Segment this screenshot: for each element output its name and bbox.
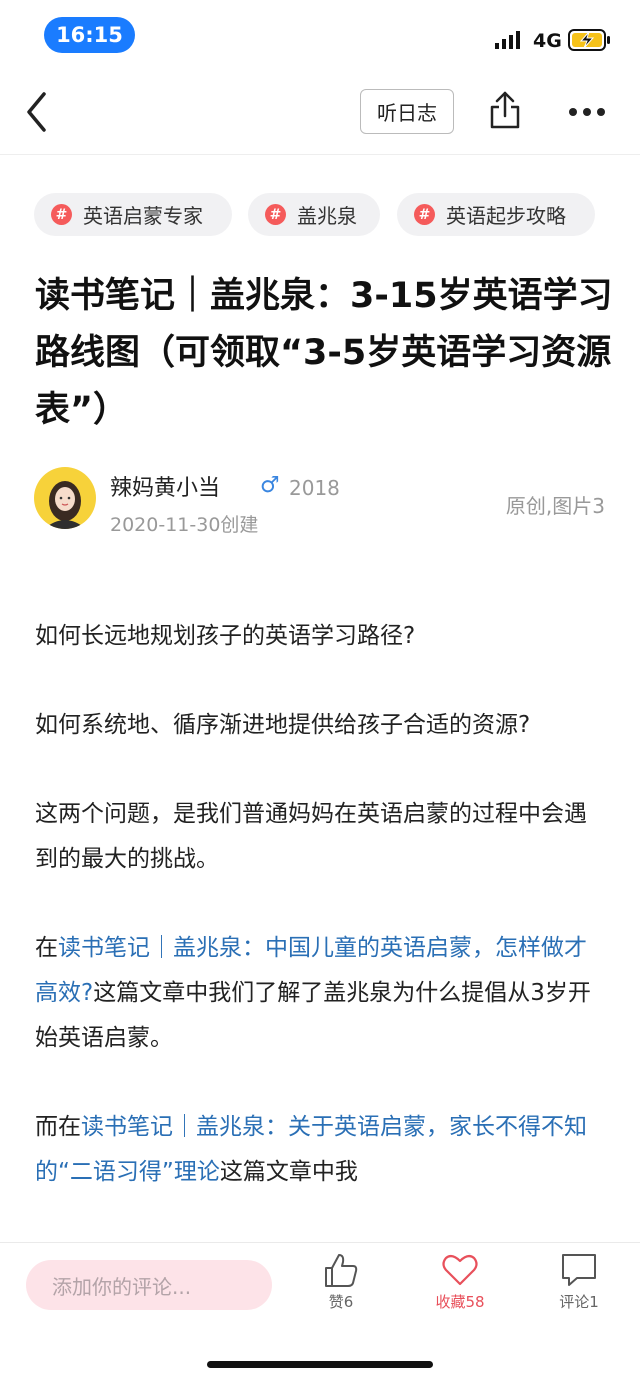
comment-icon	[562, 1254, 596, 1286]
tag-chip[interactable]: # 英语启蒙专家	[34, 193, 232, 236]
male-icon: ♂	[260, 473, 280, 498]
status-time: 16:15	[44, 17, 135, 53]
paragraph-text: 这篇文章中我们了解了盖兆泉为什么提倡从3岁开始英语启蒙。	[35, 980, 591, 1051]
hashtag-icon: #	[51, 204, 72, 225]
tag-label: 英语起步攻略	[446, 204, 566, 228]
article-title: 读书笔记｜盖兆泉：3-15岁英语学习路线图（可领取“3-5岁英语学习资源表”）	[35, 276, 613, 430]
heart-icon	[442, 1254, 478, 1286]
back-icon[interactable]	[22, 90, 52, 134]
author-name[interactable]: 辣妈黄小当	[110, 470, 220, 502]
share-icon[interactable]	[488, 90, 522, 130]
nav-bar: 听日志	[0, 70, 640, 155]
article-body: 如何长远地规划孩子的英语学习路径? 如何系统地、循序渐进地提供给孩子合适的资源?…	[35, 614, 607, 1239]
hashtag-icon: #	[414, 204, 435, 225]
battery-charging-icon	[568, 29, 610, 51]
tag-chip[interactable]: # 盖兆泉	[248, 193, 380, 236]
paragraph: 如何系统地、循序渐进地提供给孩子合适的资源?	[35, 712, 531, 738]
like-button[interactable]: 赞6	[306, 1251, 376, 1312]
article-meta: 原创,图片3	[505, 494, 605, 518]
paragraph-text: 这篇文章中我	[219, 1159, 358, 1185]
comment-button[interactable]: 评论1	[544, 1251, 614, 1312]
comment-count: 评论1	[559, 1293, 599, 1311]
avatar[interactable]	[34, 467, 96, 529]
listen-log-button[interactable]: 听日志	[360, 89, 454, 134]
paragraph: 在读书笔记｜盖兆泉：中国儿童的英语启蒙，怎样做才高效?这篇文章中我们了解了盖兆泉…	[35, 926, 607, 1061]
more-icon[interactable]	[568, 106, 606, 118]
tag-label: 盖兆泉	[297, 204, 357, 228]
collect-count: 收藏58	[435, 1293, 485, 1311]
paragraph: 这两个问题，是我们普通妈妈在英语启蒙的过程中会遇到的最大的挑战。	[35, 801, 587, 872]
home-indicator	[207, 1361, 433, 1368]
paragraph: 如何长远地规划孩子的英语学习路径?	[35, 623, 416, 649]
signal-icon	[495, 31, 520, 49]
like-count: 赞6	[328, 1293, 354, 1311]
created-date: 2020-11-30创建	[110, 514, 259, 536]
paragraph: 而在读书笔记｜盖兆泉：关于英语启蒙，家长不得不知的“二语习得”理论这篇文章中我	[35, 1105, 607, 1195]
join-year: 2018	[289, 476, 340, 500]
hashtag-icon: #	[265, 204, 286, 225]
tag-chip[interactable]: # 英语起步攻略	[397, 193, 595, 236]
paragraph-text: 在	[35, 935, 58, 961]
network-label: 4G	[533, 30, 562, 52]
paragraph-text: 而在	[35, 1114, 81, 1140]
tag-label: 英语启蒙专家	[83, 204, 203, 228]
status-bar: 16:15 4G	[0, 0, 640, 70]
comment-input[interactable]: 添加你的评论...	[26, 1260, 272, 1310]
thumbs-up-icon	[325, 1254, 358, 1287]
collect-button[interactable]: 收藏58	[425, 1251, 495, 1312]
